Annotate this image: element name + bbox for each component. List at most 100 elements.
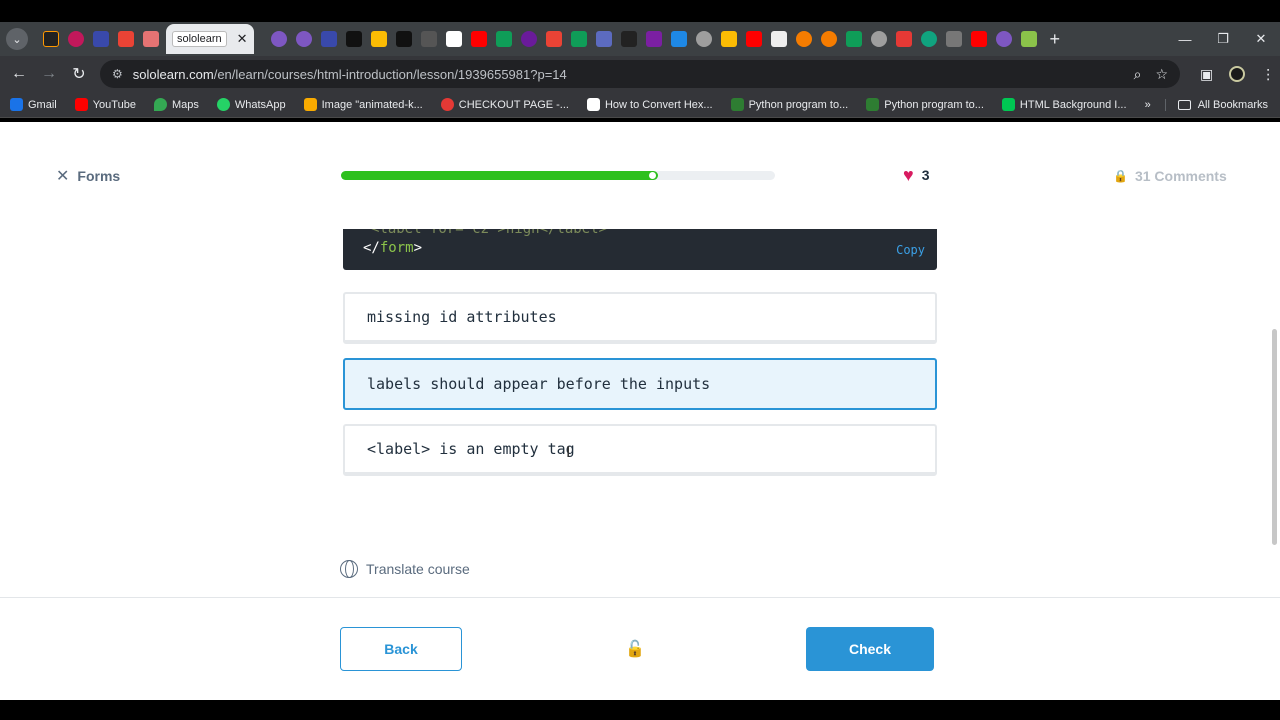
bookmark-item[interactable]: Maps [153,98,199,111]
bookmark-item[interactable]: Gmail [10,98,57,111]
tab-strip: ⌄ sololearn ✕ + — ❐ ✕ [0,22,1280,56]
tab-icon[interactable] [896,31,913,47]
bookmark-label: HTML Background I... [1019,98,1127,111]
profile-avatar[interactable] [1229,66,1246,82]
back-label: Back [384,641,418,657]
bookmark-item[interactable]: Python program to... [730,98,848,111]
tab-icon[interactable] [946,31,963,47]
tab-icon[interactable] [92,31,109,47]
tab-icon[interactable] [996,31,1013,47]
close-window-icon[interactable]: ✕ [1242,31,1280,47]
close-lesson-button[interactable]: ✕ Forms [56,166,120,186]
bookmark-label: CHECKOUT PAGE -... [458,98,569,111]
drive-tab-icon[interactable] [371,31,388,47]
lesson-progress-bar [341,171,775,180]
whatsapp-icon [216,98,230,111]
url-text[interactable]: sololearn.com/en/learn/courses/html-intr… [133,67,1134,82]
lock-icon: 🔒 [1113,169,1128,183]
checkout-icon [440,98,454,111]
tab-icon[interactable] [921,31,938,47]
menu-icon[interactable]: ⋮ [1261,66,1275,83]
aws-tab-icon[interactable] [621,31,638,47]
active-tab[interactable]: sololearn ✕ [166,24,254,54]
comments-button[interactable]: 🔒 31 Comments [1113,168,1227,184]
code-punct: </ [363,240,380,256]
tab-icon[interactable] [671,31,688,47]
globe-icon [340,560,358,578]
gmail-tab-icon[interactable] [117,31,134,47]
youtube-tab-icon[interactable] [746,31,763,47]
w3-icon [1001,98,1015,111]
sheets-tab-icon[interactable] [846,31,863,47]
copy-button[interactable]: Copy [896,243,925,257]
aws-tab-icon[interactable] [42,31,59,47]
bookmark-item[interactable]: Image "animated-k... [303,98,423,111]
site-info-icon[interactable]: ⚙ [112,67,123,81]
tab-icon[interactable] [446,31,463,47]
tab-icon[interactable] [346,31,363,47]
tab-icon[interactable] [396,31,413,47]
bookmark-label: YouTube [92,98,136,111]
check-label: Check [848,641,892,657]
tab-icon[interactable] [142,31,159,47]
bookmark-item[interactable]: CHECKOUT PAGE -... [440,98,569,111]
all-bookmarks[interactable]: All Bookmarks [1164,98,1268,111]
translate-course-link[interactable]: Translate course [340,560,470,578]
back-button[interactable]: Back [340,627,462,671]
tab-icon[interactable] [646,31,663,47]
close-tab-icon[interactable]: ✕ [237,31,248,47]
bookmark-star-icon[interactable]: ☆ [1155,66,1168,83]
browser-toolbar: ← → ↻ ⚙ sololearn.com/en/learn/courses/h… [0,56,1280,92]
back-arrow-icon[interactable]: ← [4,65,34,83]
tab-icon[interactable] [771,31,788,47]
bookmark-item[interactable]: YouTube [74,98,136,111]
bookmark-item[interactable]: How to Convert Hex... [586,98,713,111]
drive-tab-icon[interactable] [721,31,738,47]
page-scrollbar[interactable] [1272,329,1277,545]
zoom-icon[interactable]: ⌕ [1134,66,1142,83]
answer-option-selected[interactable]: labels should appear before the inputs [343,358,937,410]
tab-search-button[interactable]: ⌄ [6,28,28,50]
gmail-tab-icon[interactable] [546,31,563,47]
translate-label: Translate course [366,561,470,577]
tab-icon[interactable] [296,31,313,47]
tab-icon[interactable] [821,31,838,47]
tab-icon[interactable] [271,31,288,47]
gmail-icon [10,98,23,111]
tab-icon[interactable] [596,31,613,47]
new-tab-icon[interactable]: + [1050,29,1061,50]
youtube-tab-icon[interactable] [471,31,488,47]
side-panel-icon[interactable]: ▣ [1200,66,1213,83]
address-bar[interactable]: ⚙ sololearn.com/en/learn/courses/html-in… [100,60,1180,88]
tab-icon[interactable] [321,31,338,47]
forward-arrow-icon[interactable]: → [34,65,64,83]
restore-icon[interactable]: ❐ [1204,31,1242,47]
bookmark-label: Gmail [28,98,57,111]
tab-icon[interactable] [871,31,888,47]
bookmark-label: Python program to... [884,98,984,111]
bookmark-item[interactable]: HTML Background I... [1001,98,1127,111]
sheets-tab-icon[interactable] [496,31,513,47]
unlock-hint-icon[interactable]: 🔓 [625,639,645,659]
youtube-icon [74,98,88,111]
answer-option[interactable]: missing id attributes [343,292,937,344]
code-tag: form [379,240,414,256]
youtube-tab-icon[interactable] [971,31,988,47]
tab-icon[interactable] [796,31,813,47]
tab-icon[interactable] [421,31,438,47]
bookmark-item[interactable]: Python program to... [866,98,984,111]
answer-option[interactable]: <label> is an empty tag [343,424,937,476]
close-icon: ✕ [56,168,70,185]
bookmark-item[interactable]: WhatsApp [216,98,286,111]
more-bookmarks-icon[interactable]: » [1145,99,1151,111]
reload-icon[interactable]: ↻ [64,64,94,84]
check-button[interactable]: Check [806,627,934,671]
tab-icon[interactable] [67,31,84,47]
tab-icon[interactable] [1021,31,1038,47]
minimize-icon[interactable]: — [1166,32,1204,47]
tab-icon[interactable] [521,31,538,47]
option-label: <label> is an empty tag [367,440,575,458]
sheets-tab-icon[interactable] [571,31,588,47]
gfg-icon [866,98,880,111]
tab-icon[interactable] [696,31,713,47]
